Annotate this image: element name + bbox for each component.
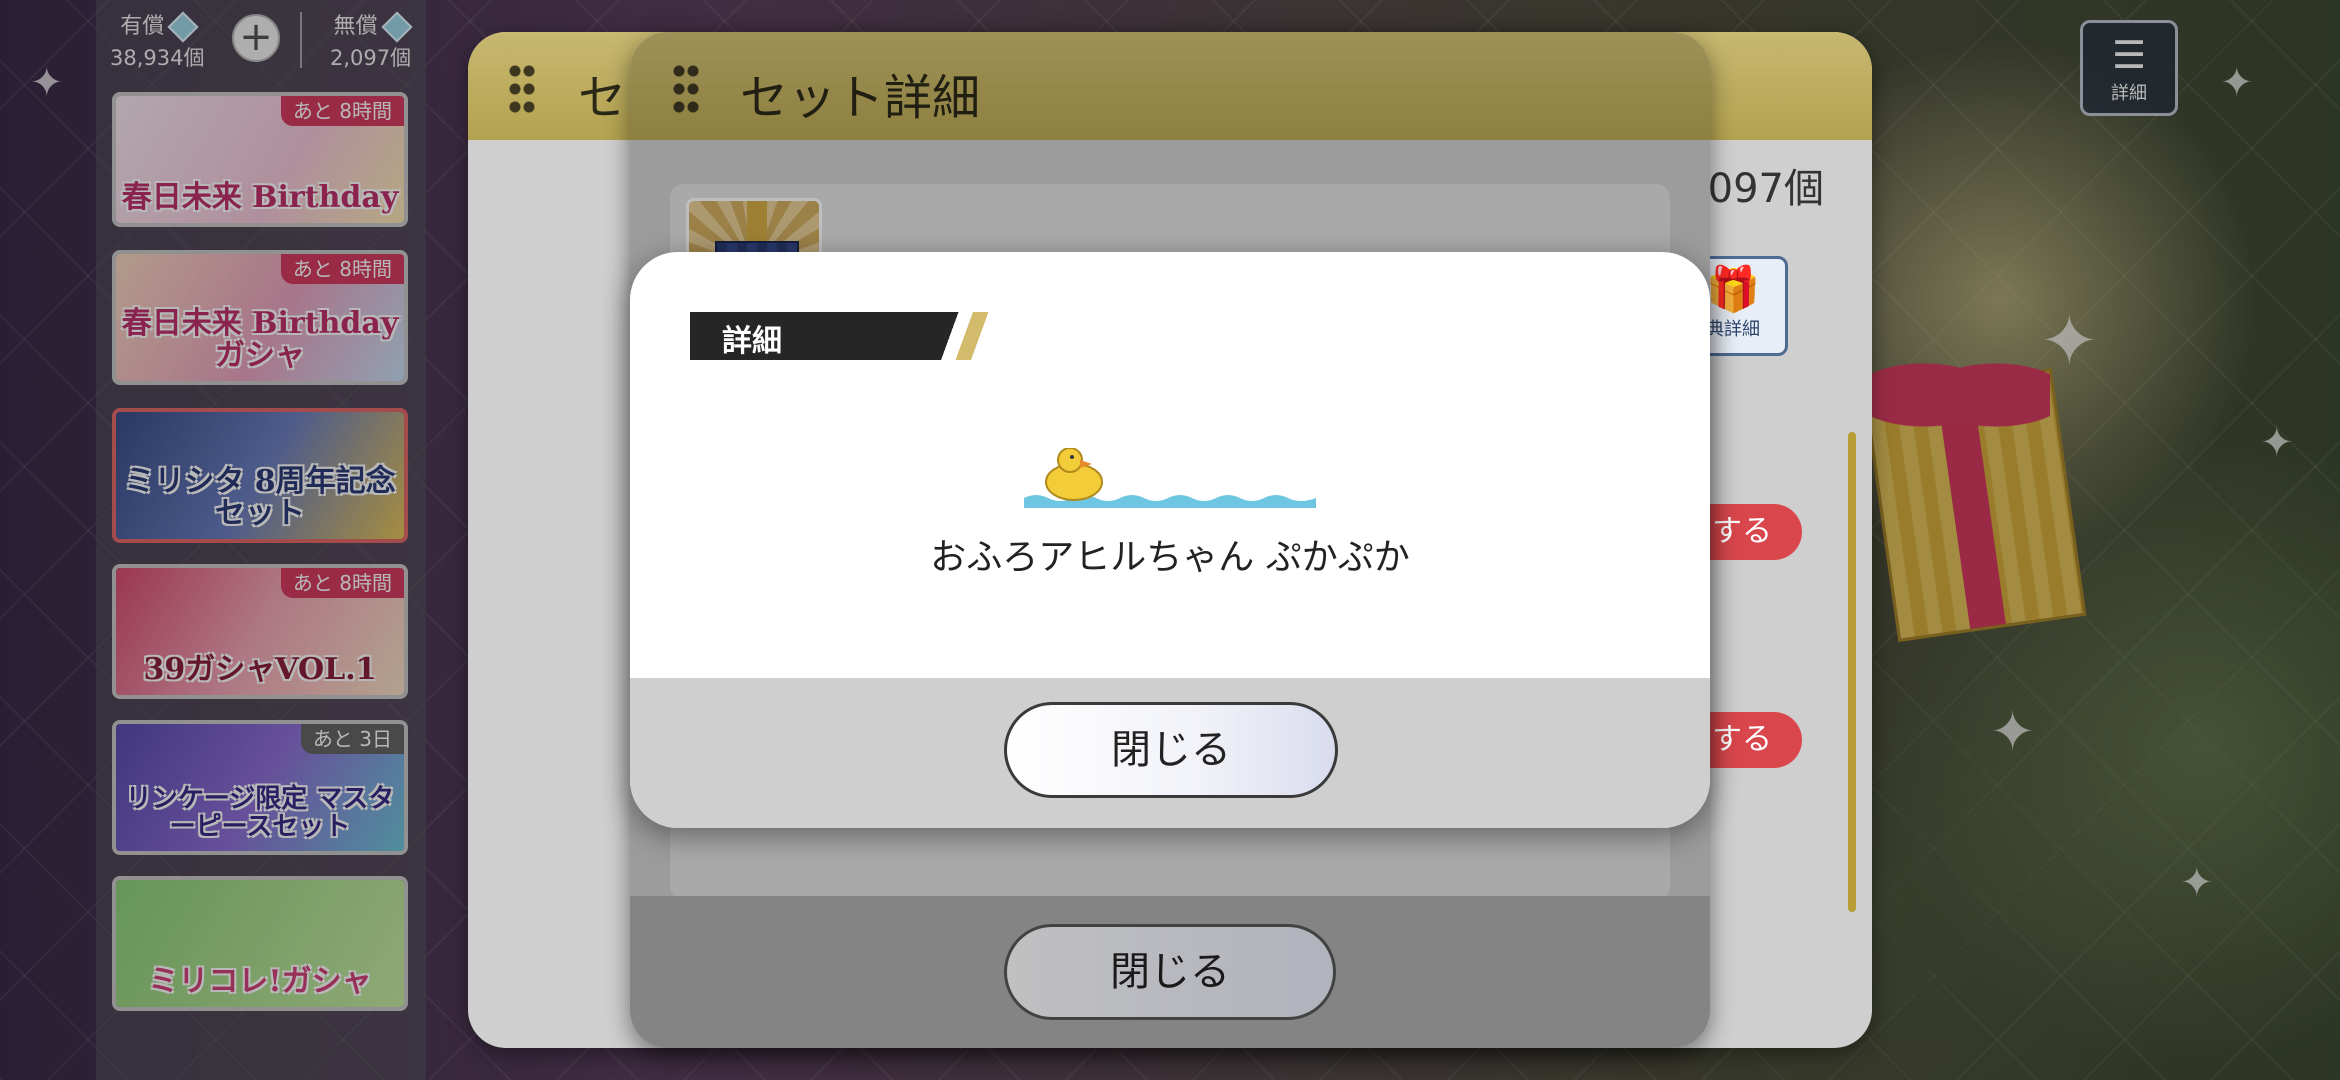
popup-close-button[interactable]: 閉じる — [1004, 702, 1338, 798]
item-detail-popup: 詳細 おふろアヒルちゃん ぷかぷか 閉じる — [630, 252, 1710, 828]
detail-tag-label: 詳細 — [722, 324, 782, 359]
scrollbar[interactable] — [1848, 432, 1856, 912]
rubber-duck-icon — [1024, 448, 1316, 508]
item-name: おふろアヒルちゃん ぷかぷか — [930, 537, 1410, 578]
detail-tag-accent — [942, 312, 1002, 360]
back-dialog-title: セ — [578, 70, 627, 126]
grip-icon — [508, 62, 536, 116]
back-dialog-balance: 097個 — [1707, 166, 1824, 212]
